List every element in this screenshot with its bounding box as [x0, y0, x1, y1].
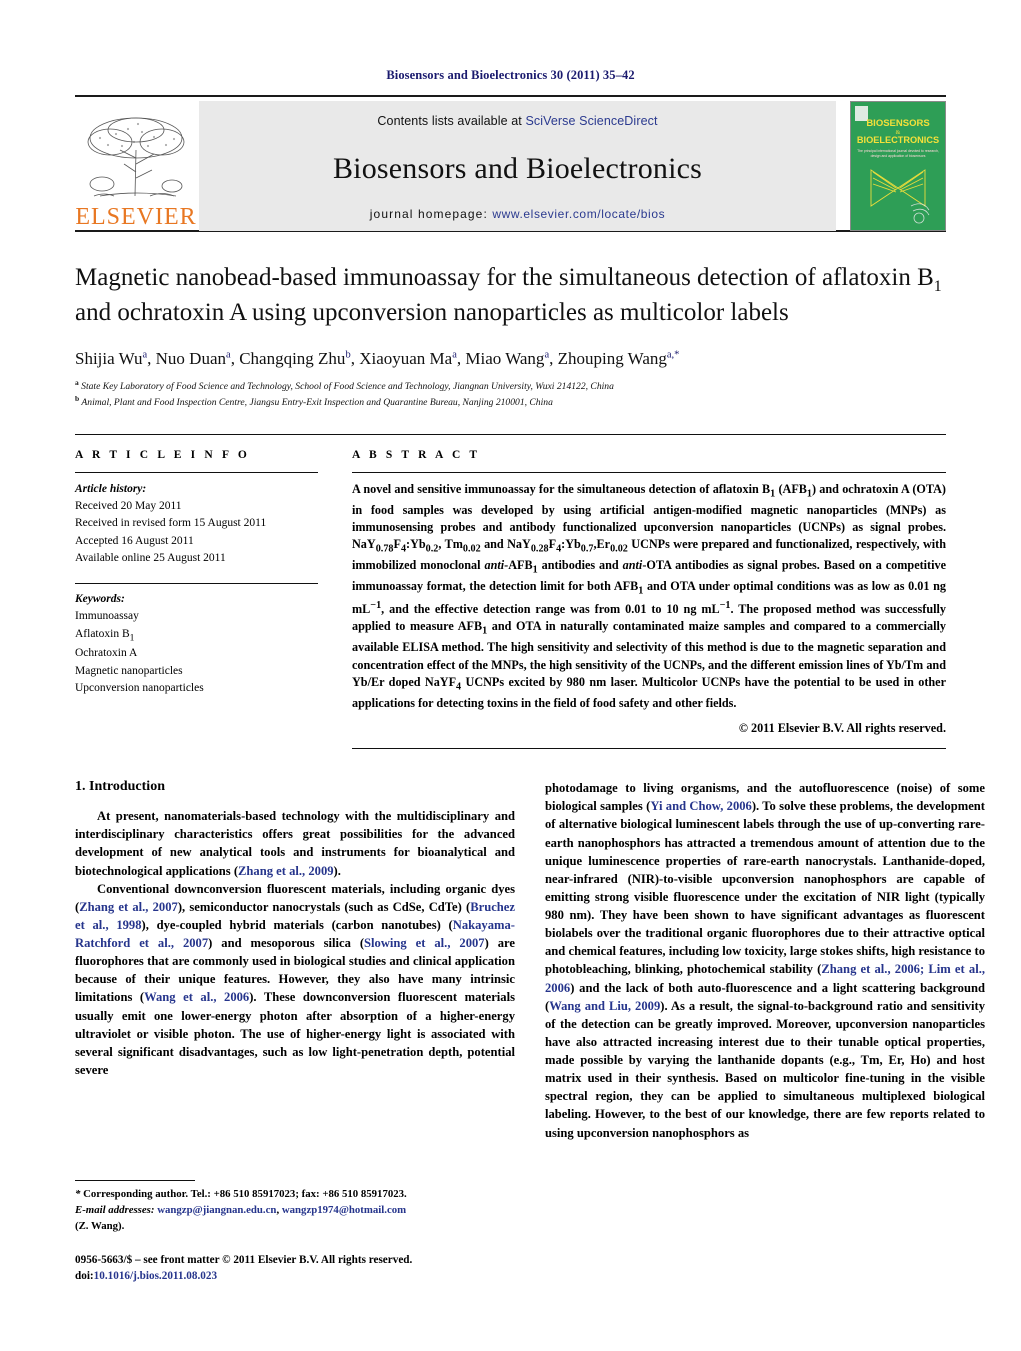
affiliation-b: b Animal, Plant and Food Inspection Cent… [75, 394, 946, 410]
footnote-area: * Corresponding author. Tel.: +86 510 85… [75, 1180, 515, 1285]
elsevier-tree-icon [80, 112, 192, 204]
keyword-item: Ochratoxin A [75, 647, 138, 660]
title-block: Magnetic nanobead-based immunoassay for … [75, 262, 946, 410]
info-rule-top [75, 471, 318, 473]
keyword-item: Immunoassay [75, 610, 139, 623]
author-name: Changqing Zhu [239, 348, 346, 368]
journal-band: Contents lists available at SciVerse Sci… [199, 101, 836, 231]
sciencedirect-link[interactable]: SciVerse ScienceDirect [525, 114, 657, 128]
footnote-rule [75, 1180, 195, 1181]
doi-label: doi: [75, 1270, 94, 1283]
keywords-rule [75, 583, 318, 585]
keyword-item: Magnetic nanoparticles [75, 664, 183, 677]
author-name: Nuo Duan [155, 348, 227, 368]
author-name: Shijia Wu [75, 348, 143, 368]
running-head: Biosensors and Bioelectronics 30 (2011) … [386, 68, 635, 82]
author-1: Nuo Duana [156, 349, 231, 368]
author-affil-marker: b [345, 349, 351, 360]
keywords-heading: Keywords: [75, 593, 125, 606]
article-info-heading: A R T I C L E I N F O [75, 448, 250, 461]
author-list: Shijia Wua, Nuo Duana, Changqing Zhub, X… [75, 348, 680, 368]
abstract-column: A B S T R A C T A novel and sensitive im… [340, 448, 946, 750]
homepage-prefix: journal homepage: [369, 207, 493, 221]
keyword-item: Aflatoxin B1 [75, 627, 135, 643]
contents-available-line: Contents lists available at SciVerse Sci… [377, 114, 657, 128]
affiliation-a: a State Key Laboratory of Food Science a… [75, 378, 946, 394]
title-subscript: 1 [933, 278, 942, 295]
body-column-right: photodamage to living organisms, and the… [545, 779, 985, 1142]
journal-homepage-line: journal homepage: www.elsevier.com/locat… [370, 207, 665, 221]
paper-page: Biosensors and Bioelectronics 30 (2011) … [0, 0, 1021, 1351]
article-history-heading: Article history: [75, 482, 147, 495]
author-name: Zhouping Wang [557, 348, 667, 368]
paragraph: Conventional downconversion fluorescent … [75, 881, 515, 1077]
email-note: E-mail addresses: wangzp@jiangnan.edu.cn… [75, 1204, 407, 1217]
homepage-url-link[interactable]: www.elsevier.com/locate/bios [492, 207, 665, 221]
history-item: Available online 25 August 2011 [75, 551, 226, 564]
issn-line: 0956-5663/$ – see front matter © 2011 El… [75, 1253, 413, 1266]
abstract-text: A novel and sensitive immunoassay for th… [352, 481, 946, 710]
keywords-block: Keywords: Immunoassay Aflatoxin B1 Ochra… [75, 583, 318, 697]
keyword-item: Upconversion nanoparticles [75, 681, 204, 694]
author-affil-marker: a [544, 349, 550, 360]
author-5: Zhouping Wanga,* [558, 349, 680, 368]
info-abstract-section: A R T I C L E I N F O Article history: R… [75, 433, 946, 750]
journal-masthead: ELSEVIER Contents lists available at Sci… [75, 95, 946, 231]
abstract-rule-top [352, 471, 946, 473]
elsevier-wordmark: ELSEVIER [75, 204, 197, 230]
contents-prefix: Contents lists available at [377, 114, 526, 128]
author-3: Xiaoyuan Maa [359, 349, 457, 368]
journal-cover-thumbnail: BIOSENSORS & BIOELECTRONICS The principa… [850, 101, 946, 231]
corresponding-author-note: * Corresponding author. Tel.: +86 510 85… [75, 1188, 407, 1200]
copyright-line: © 2011 Elsevier B.V. All rights reserved… [738, 721, 946, 736]
author-affil-marker: a [452, 349, 457, 360]
issn-block: 0956-5663/$ – see front matter © 2011 El… [75, 1252, 515, 1286]
title-part-1: Magnetic nanobead-based immunoassay for … [75, 264, 934, 291]
author-affil-marker: a [142, 349, 148, 360]
journal-title: Biosensors and Bioelectronics [332, 151, 703, 185]
doi-line: doi:10.1016/j.bios.2011.08.023 [75, 1268, 515, 1285]
author-name: Miao Wang [465, 348, 545, 368]
svg-text:BIOELECTRONICS: BIOELECTRONICS [857, 135, 939, 145]
author-affil-marker: a [226, 349, 231, 360]
email-link-1[interactable]: wangzp@jiangnan.edu.cn [157, 1204, 276, 1216]
affiliation-marker: a [75, 377, 79, 387]
author-affil-marker: a,* [666, 349, 680, 360]
history-item: Received 20 May 2011 [75, 500, 182, 513]
email-link-2[interactable]: wangzp1974@hotmail.com [282, 1204, 406, 1216]
svg-text:The principal international jo: The principal international journal devo… [857, 149, 939, 153]
body-column-left: 1. Introduction At present, nanomaterial… [75, 779, 515, 1142]
history-item: Accepted 16 August 2011 [75, 534, 194, 547]
author-0: Shijia Wua [75, 349, 147, 368]
abstract-bottom-rule [352, 748, 946, 750]
svg-text:design and application of bios: design and application of biosensors [871, 154, 926, 158]
abstract-heading: A B S T R A C T [352, 448, 481, 461]
paragraph: At present, nanomaterials-based technolo… [75, 809, 515, 878]
elsevier-logo: ELSEVIER [75, 101, 197, 231]
author-name: Xiaoyuan Ma [359, 348, 453, 368]
email-owner: (Z. Wang). [75, 1220, 125, 1233]
svg-text:BIOSENSORS: BIOSENSORS [866, 118, 929, 129]
author-2: Changqing Zhub [239, 349, 351, 368]
section-heading-introduction: 1. Introduction [75, 779, 165, 795]
affiliation-marker: b [75, 393, 80, 403]
title-part-2: and ochratoxin A using upconversion nano… [75, 299, 789, 327]
affiliation-list: a State Key Laboratory of Food Science a… [75, 378, 946, 410]
page-title: Magnetic nanobead-based immunoassay for … [75, 262, 946, 329]
author-4: Miao Wanga [465, 349, 549, 368]
doi-link[interactable]: 10.1016/j.bios.2011.08.023 [94, 1270, 217, 1282]
body-columns: 1. Introduction At present, nanomaterial… [75, 779, 985, 1142]
paragraph: photodamage to living organisms, and the… [545, 781, 985, 1140]
email-label: E-mail addresses: [75, 1204, 155, 1217]
affiliation-text: State Key Laboratory of Food Science and… [81, 380, 614, 392]
history-item: Received in revised form 15 August 2011 [75, 517, 267, 530]
article-info-column: A R T I C L E I N F O Article history: R… [75, 449, 340, 749]
affiliation-text: Animal, Plant and Food Inspection Centre… [81, 396, 553, 408]
